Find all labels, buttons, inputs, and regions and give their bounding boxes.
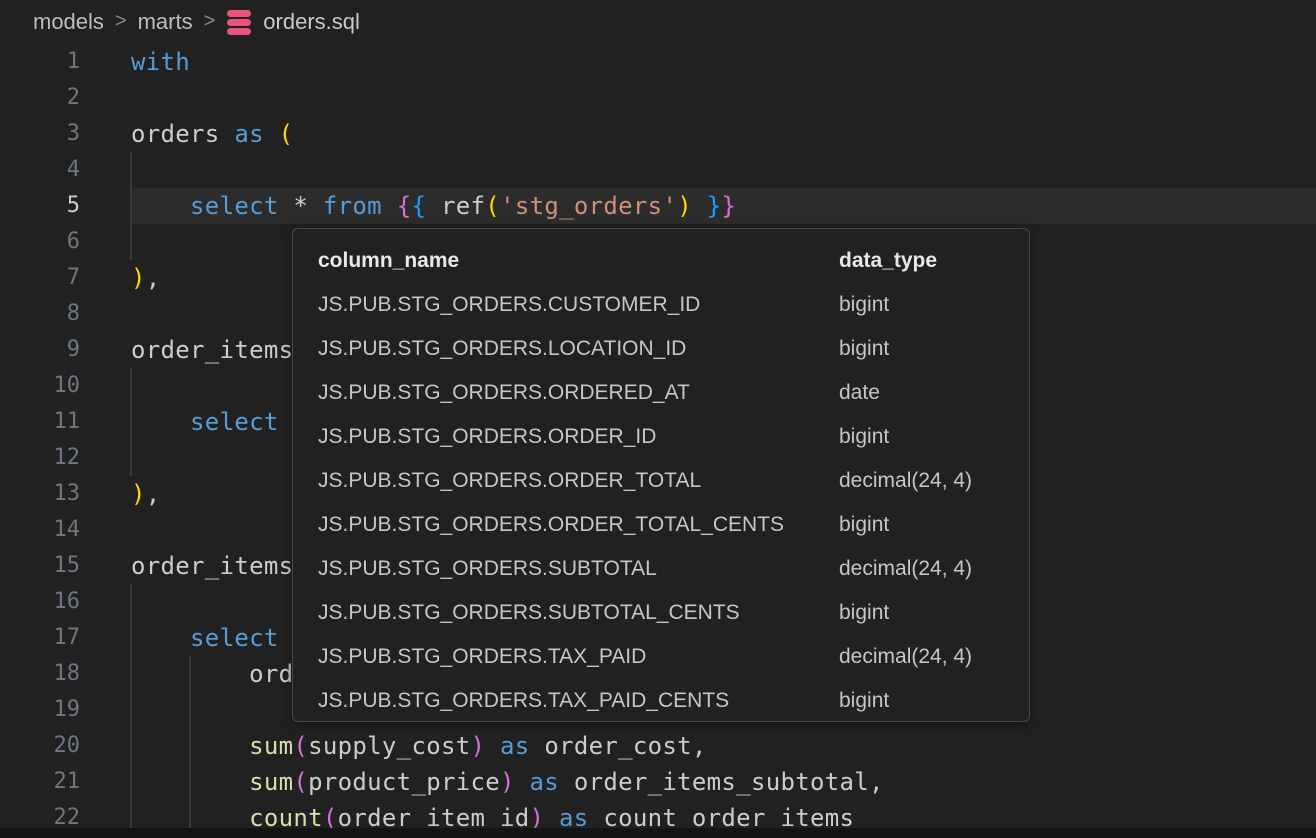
popup-header-row: column_name data_type bbox=[293, 239, 1029, 283]
line-number: 14 bbox=[0, 512, 80, 548]
column-info-popup: column_name data_type JS.PUB.STG_ORDERS.… bbox=[292, 228, 1030, 722]
column-row: JS.PUB.STG_ORDERS.TAX_PAID decimal(24, 4) bbox=[293, 635, 1029, 679]
code-line[interactable]: 20 sum(supply_cost) as order_cost, bbox=[0, 728, 1316, 764]
code-text: select * from {{ ref('stg_orders') }} bbox=[131, 188, 736, 224]
column-row: JS.PUB.STG_ORDERS.TAX_PAID_CENTS bigint bbox=[293, 679, 1029, 723]
line-number: 9 bbox=[0, 332, 80, 368]
code-text: order_items bbox=[131, 332, 293, 368]
panel-edge bbox=[0, 828, 1316, 838]
column-row: JS.PUB.STG_ORDERS.SUBTOTAL_CENTS bigint bbox=[293, 591, 1029, 635]
code-text: order_items bbox=[131, 548, 293, 584]
code-text: select bbox=[131, 620, 279, 656]
line-number: 18 bbox=[0, 656, 80, 692]
column-name-cell: JS.PUB.STG_ORDERS.CUSTOMER_ID bbox=[318, 283, 700, 327]
line-number: 20 bbox=[0, 728, 80, 764]
line-number: 12 bbox=[0, 440, 80, 476]
indent-guide bbox=[130, 368, 132, 404]
popup-rows: JS.PUB.STG_ORDERS.CUSTOMER_IDbigintJS.PU… bbox=[293, 283, 1029, 723]
data-type-header: data_type bbox=[839, 239, 937, 283]
line-number: 6 bbox=[0, 224, 80, 260]
column-row: JS.PUB.STG_ORDERS.CUSTOMER_ID bigint bbox=[293, 283, 1029, 327]
code-text: sum(supply_cost) as order_cost, bbox=[131, 728, 707, 764]
column-name-header: column_name bbox=[318, 239, 459, 283]
code-text: ord bbox=[131, 656, 293, 692]
column-row: JS.PUB.STG_ORDERS.SUBTOTAL decimal(24, 4) bbox=[293, 547, 1029, 591]
column-name-cell: JS.PUB.STG_ORDERS.TAX_PAID bbox=[318, 635, 646, 679]
column-row: JS.PUB.STG_ORDERS.ORDER_ID bigint bbox=[293, 415, 1029, 459]
column-name-cell: JS.PUB.STG_ORDERS.ORDERED_AT bbox=[318, 371, 690, 415]
code-line[interactable]: 1 with bbox=[0, 44, 1316, 80]
data-type-cell: bigint bbox=[839, 591, 889, 635]
line-number: 21 bbox=[0, 764, 80, 800]
line-number: 13 bbox=[0, 476, 80, 512]
line-number: 19 bbox=[0, 692, 80, 728]
line-number: 4 bbox=[0, 152, 80, 188]
column-name-cell: JS.PUB.STG_ORDERS.ORDER_TOTAL bbox=[318, 459, 701, 503]
line-number: 3 bbox=[0, 116, 80, 152]
code-text: ), bbox=[131, 260, 161, 296]
code-text: select bbox=[131, 404, 279, 440]
data-type-cell: date bbox=[839, 371, 880, 415]
column-name-cell: JS.PUB.STG_ORDERS.LOCATION_ID bbox=[318, 327, 686, 371]
breadcrumb-separator: > bbox=[115, 10, 127, 33]
data-type-cell: bigint bbox=[839, 283, 889, 327]
indent-guide bbox=[130, 584, 132, 620]
column-name-cell: JS.PUB.STG_ORDERS.ORDER_TOTAL_CENTS bbox=[318, 503, 784, 547]
database-icon bbox=[227, 10, 251, 35]
column-name-cell: JS.PUB.STG_ORDERS.SUBTOTAL bbox=[318, 547, 657, 591]
breadcrumb-item-models[interactable]: models bbox=[33, 9, 104, 35]
code-text: ), bbox=[131, 476, 161, 512]
breadcrumb-item-marts[interactable]: marts bbox=[138, 9, 193, 35]
code-text: orders as ( bbox=[131, 116, 293, 152]
indent-guide bbox=[130, 152, 132, 188]
line-number: 15 bbox=[0, 548, 80, 584]
column-row: JS.PUB.STG_ORDERS.ORDER_TOTAL decimal(24,… bbox=[293, 459, 1029, 503]
line-number: 7 bbox=[0, 260, 80, 296]
column-name-cell: JS.PUB.STG_ORDERS.SUBTOTAL_CENTS bbox=[318, 591, 740, 635]
data-type-cell: decimal(24, 4) bbox=[839, 547, 972, 591]
code-line[interactable]: 2 bbox=[0, 80, 1316, 116]
breadcrumb-item-file[interactable]: orders.sql bbox=[263, 9, 360, 35]
data-type-cell: bigint bbox=[839, 327, 889, 371]
breadcrumb-separator: > bbox=[204, 10, 216, 33]
data-type-cell: bigint bbox=[839, 679, 889, 723]
column-name-cell: JS.PUB.STG_ORDERS.ORDER_ID bbox=[318, 415, 656, 459]
line-number: 1 bbox=[0, 44, 80, 80]
breadcrumb: models > marts > orders.sql bbox=[0, 0, 1316, 44]
line-number: 8 bbox=[0, 296, 80, 332]
line-number: 17 bbox=[0, 620, 80, 656]
column-row: JS.PUB.STG_ORDERS.LOCATION_ID bigint bbox=[293, 327, 1029, 371]
code-text: sum(product_price) as order_items_subtot… bbox=[131, 764, 884, 800]
line-number: 16 bbox=[0, 584, 80, 620]
code-line[interactable]: 3 orders as ( bbox=[0, 116, 1316, 152]
column-name-cell: JS.PUB.STG_ORDERS.TAX_PAID_CENTS bbox=[318, 679, 729, 723]
code-line[interactable]: 5 select * from {{ ref('stg_orders') }} bbox=[0, 188, 1316, 224]
line-number: 5 bbox=[0, 188, 80, 224]
code-line[interactable]: 4 bbox=[0, 152, 1316, 188]
data-type-cell: decimal(24, 4) bbox=[839, 635, 972, 679]
code-text: with bbox=[131, 44, 190, 80]
data-type-cell: bigint bbox=[839, 503, 889, 547]
indent-guide bbox=[130, 224, 132, 260]
line-number: 10 bbox=[0, 368, 80, 404]
line-number: 11 bbox=[0, 404, 80, 440]
data-type-cell: decimal(24, 4) bbox=[839, 459, 972, 503]
indent-guide bbox=[130, 440, 132, 476]
column-row: JS.PUB.STG_ORDERS.ORDER_TOTAL_CENTS bigin… bbox=[293, 503, 1029, 547]
column-row: JS.PUB.STG_ORDERS.ORDERED_AT date bbox=[293, 371, 1029, 415]
indent-guide bbox=[189, 692, 191, 728]
indent-guide bbox=[130, 692, 132, 728]
line-number: 2 bbox=[0, 80, 80, 116]
code-line[interactable]: 21 sum(product_price) as order_items_sub… bbox=[0, 764, 1316, 800]
data-type-cell: bigint bbox=[839, 415, 889, 459]
